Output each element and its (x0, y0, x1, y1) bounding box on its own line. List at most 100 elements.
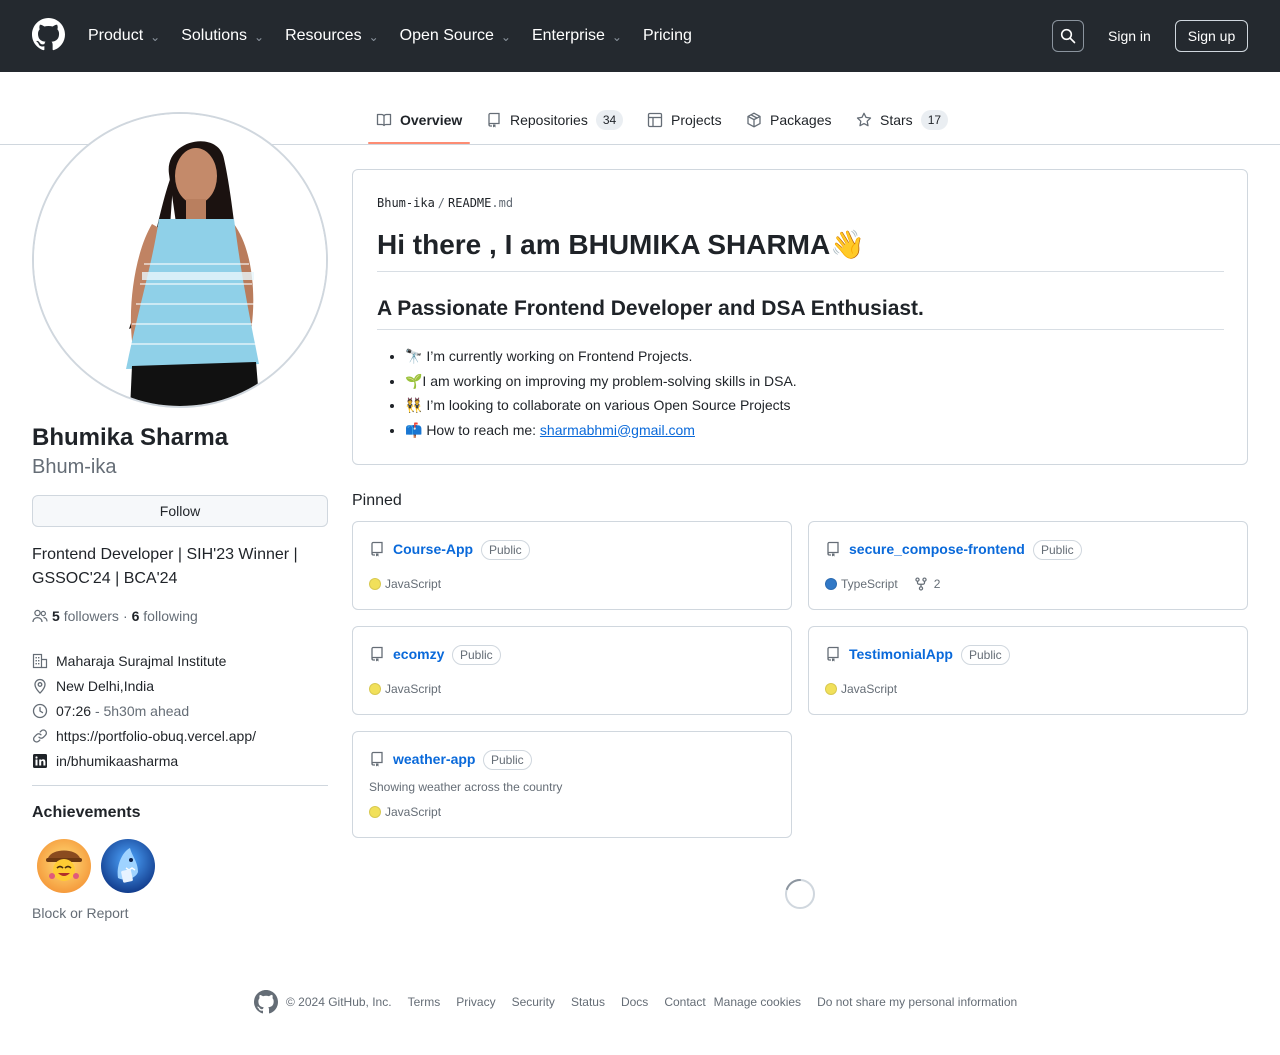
following-count: 6 (131, 608, 140, 624)
website-row: https://portfolio-obuq.vercel.app/ (32, 723, 328, 748)
website-link[interactable]: https://portfolio-obuq.vercel.app/ (56, 728, 256, 744)
repo-icon (371, 541, 383, 557)
footer-link-docs[interactable]: Docs (621, 995, 648, 1009)
location-text: New Delhi,India (56, 677, 155, 694)
repo-language: JavaScript (385, 577, 442, 591)
pinned-repo-card: ecomzy Public JavaScript (352, 626, 792, 715)
github-logo-icon[interactable] (32, 18, 65, 51)
location-row: New Delhi,India (32, 673, 328, 698)
nav-label: Solutions (181, 27, 248, 44)
follow-separator: · (122, 608, 128, 624)
search-icon (1060, 28, 1076, 44)
repo-name-link[interactable]: weather-app (393, 751, 475, 767)
language-color-dot (369, 578, 381, 590)
repo-name-link[interactable]: secure_compose-frontend (849, 541, 1025, 557)
readme-list-item: 🔭 I’m currently working on Frontend Proj… (405, 344, 797, 369)
repo-name-link[interactable]: Course-App (393, 541, 473, 557)
readme-list: 🔭 I’m currently working on Frontend Proj… (405, 344, 797, 442)
star-icon (856, 112, 872, 127)
following-link[interactable]: 6 following (132, 608, 198, 624)
forks-link[interactable]: 2 (914, 577, 940, 591)
tab-label: Packages (770, 112, 832, 128)
nav-solutions[interactable]: Solutions ⌄ (181, 27, 264, 45)
nav-label: Open Source (399, 27, 494, 44)
readme-list-item: 📫 How to reach me: sharmabhmi@gmail.com (405, 418, 797, 443)
github-footer-logo-icon[interactable] (254, 990, 278, 1014)
package-icon (747, 112, 761, 128)
footer-link-contact[interactable]: Contact (664, 995, 705, 1009)
readme-file-ext: .md (491, 196, 514, 210)
tab-repositories[interactable]: Repositories 34 (486, 96, 624, 144)
organization-text: Maharaja Surajmal Institute (56, 652, 227, 669)
readme-subheading: A Passionate Frontend Developer and DSA … (377, 297, 1224, 330)
followers-link[interactable]: 5 followers (52, 608, 119, 624)
readme-path: Bhum-ika / README.md (377, 196, 513, 210)
repo-meta: JavaScript (369, 682, 441, 696)
repo-icon (371, 646, 383, 662)
linkedin-icon (32, 753, 48, 769)
repo-name-link[interactable]: TestimonialApp (849, 646, 953, 662)
profile-username: Bhum-ika (32, 456, 117, 478)
tab-projects[interactable]: Projects (647, 96, 722, 144)
sign-in-link[interactable]: Sign in (1108, 28, 1151, 44)
visibility-badge: Public (481, 540, 530, 560)
repo-icon (827, 541, 839, 557)
nav-label: Pricing (642, 27, 692, 44)
repo-name-link[interactable]: ecomzy (393, 646, 444, 662)
nav-product[interactable]: Product ⌄ (88, 27, 160, 45)
tab-packages[interactable]: Packages (746, 96, 831, 144)
pinned-repo-card: secure_compose-frontend Public TypeScrip… (808, 521, 1248, 610)
footer-link-status[interactable]: Status (571, 995, 605, 1009)
footer-link-do-not-share[interactable]: Do not share my personal information (817, 995, 1017, 1009)
readme-file-base: README (448, 196, 492, 210)
pinned-repo-card: TestimonialApp Public JavaScript (808, 626, 1248, 715)
repo-language: TypeScript (841, 577, 898, 591)
repo-language: JavaScript (841, 682, 898, 696)
visibility-badge: Public (483, 750, 532, 770)
nav-label: Resources (285, 27, 362, 44)
tab-label: Projects (671, 112, 722, 128)
follow-button[interactable]: Follow (32, 495, 328, 527)
readme-list-item: 🌱I am working on improving my problem-so… (405, 369, 797, 394)
profile-photo-illustration (34, 114, 326, 406)
linkedin-link[interactable]: in/bhumikaasharma (56, 753, 178, 769)
tab-overview[interactable]: Overview (376, 96, 462, 144)
search-button[interactable] (1052, 20, 1084, 52)
book-icon (376, 113, 392, 127)
repo-language: JavaScript (385, 805, 442, 819)
sign-up-button[interactable]: Sign up (1175, 20, 1248, 52)
repo-icon (371, 751, 383, 767)
nav-open-source[interactable]: Open Source ⌄ (400, 27, 511, 45)
readme-owner-link[interactable]: Bhum-ika (377, 196, 435, 210)
nav-enterprise[interactable]: Enterprise ⌄ (532, 27, 622, 45)
people-icon (32, 609, 48, 623)
footer-link-security[interactable]: Security (512, 995, 555, 1009)
profile-bio: Frontend Developer | SIH'23 Winner | GSS… (32, 546, 298, 587)
active-tab-indicator (368, 142, 470, 144)
local-time-row: 07:26 - 5h30m ahead (32, 698, 328, 723)
repo-description: Showing weather across the country (369, 780, 563, 794)
profile-avatar[interactable] (32, 112, 328, 408)
footer-link-privacy[interactable]: Privacy (456, 995, 495, 1009)
footer-link-manage-cookies[interactable]: Manage cookies (714, 995, 801, 1009)
repo-meta: JavaScript (825, 682, 897, 696)
nav-resources[interactable]: Resources ⌄ (285, 27, 379, 45)
email-link[interactable]: sharmabhmi@gmail.com (540, 422, 695, 438)
nav-pricing[interactable]: Pricing (643, 27, 692, 45)
tab-stars[interactable]: Stars 17 (856, 96, 949, 144)
readme-file-link[interactable]: README.md (448, 196, 513, 210)
primary-nav: Product ⌄ Solutions ⌄ Resources ⌄ Open Sour… (88, 0, 713, 72)
followers-count: 5 (52, 608, 60, 624)
pull-shark-achievement-badge-icon[interactable] (100, 838, 156, 894)
block-or-report-link[interactable]: Block or Report (32, 905, 128, 921)
footer-link-terms[interactable]: Terms (408, 995, 441, 1009)
loading-spinner-icon (785, 879, 815, 909)
repo-icon (488, 112, 500, 128)
clock-icon (32, 703, 48, 719)
pinned-repo-card: Course-App Public JavaScript (352, 521, 792, 610)
language-color-dot (825, 578, 837, 590)
yolo-achievement-badge-icon[interactable] (36, 838, 92, 894)
nav-label: Product (88, 27, 144, 44)
time-offset-text: - 5h30m ahead (94, 702, 190, 719)
global-header: Product ⌄ Solutions ⌄ Resources ⌄ Open Sour… (0, 0, 1280, 72)
